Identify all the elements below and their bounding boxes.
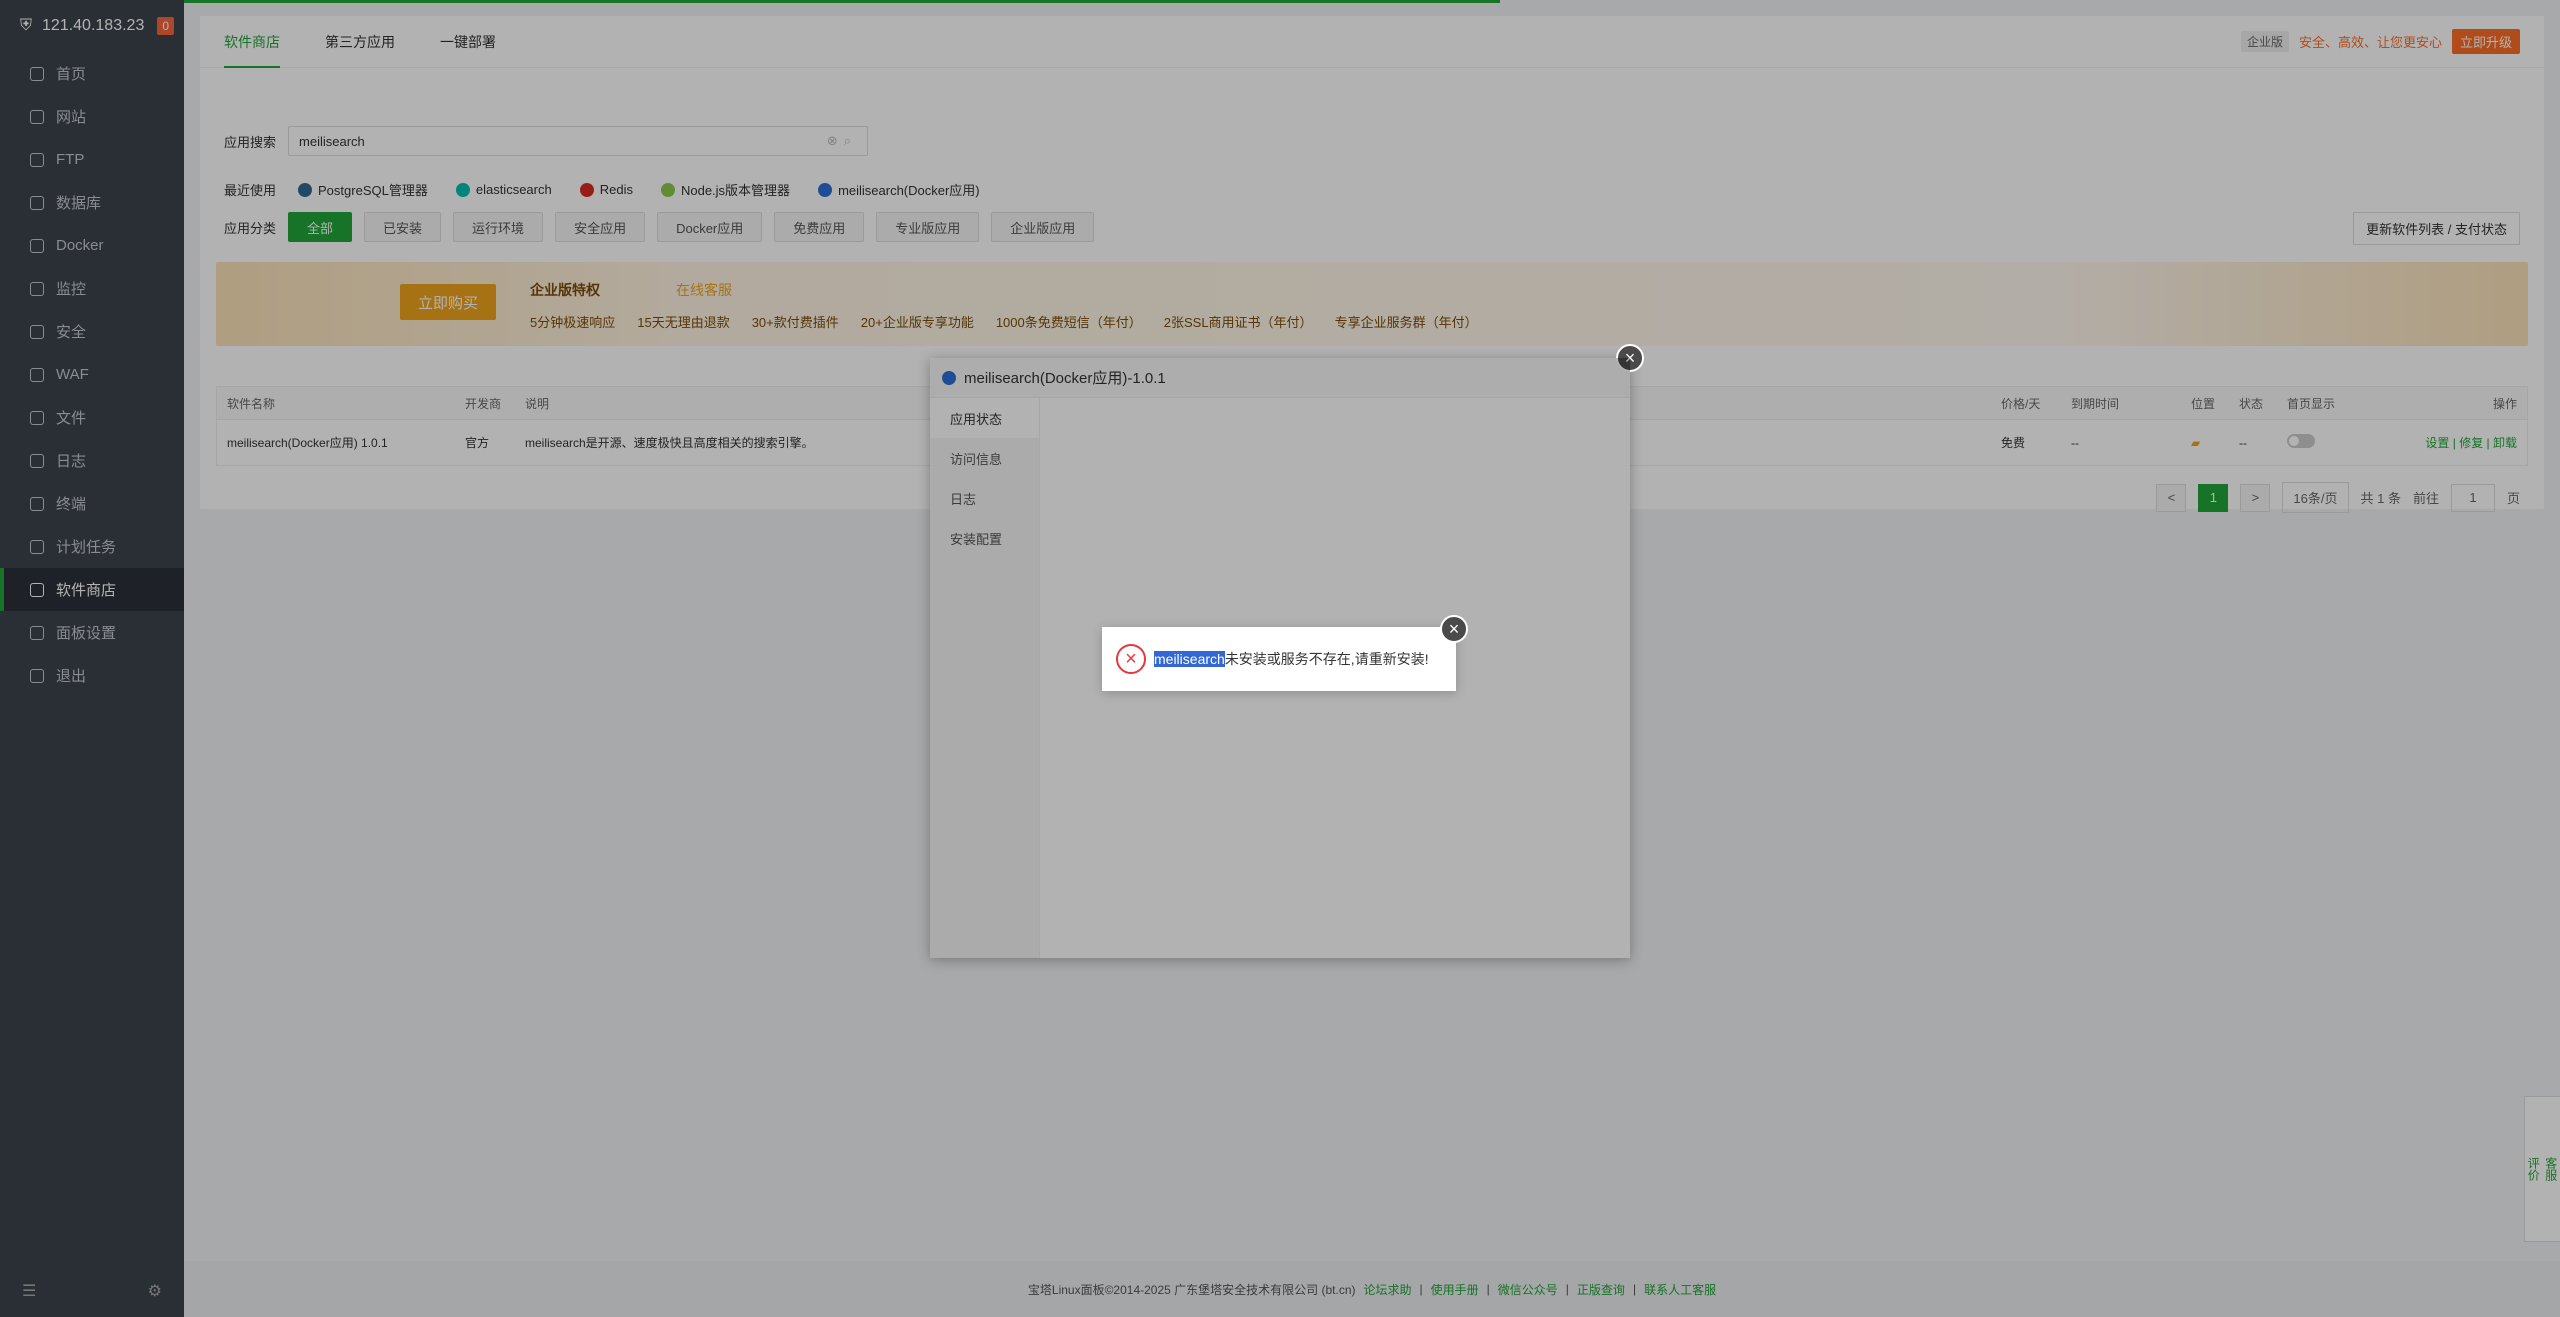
error-icon: × [1116,644,1146,674]
error-alert: × meilisearch未安装或服务不存在,请重新安装! [1102,627,1456,691]
alert-message: meilisearch未安装或服务不存在,请重新安装! [1154,651,1429,667]
alert-close-button[interactable]: × [1440,615,1468,643]
alert-highlight: meilisearch [1154,651,1225,667]
